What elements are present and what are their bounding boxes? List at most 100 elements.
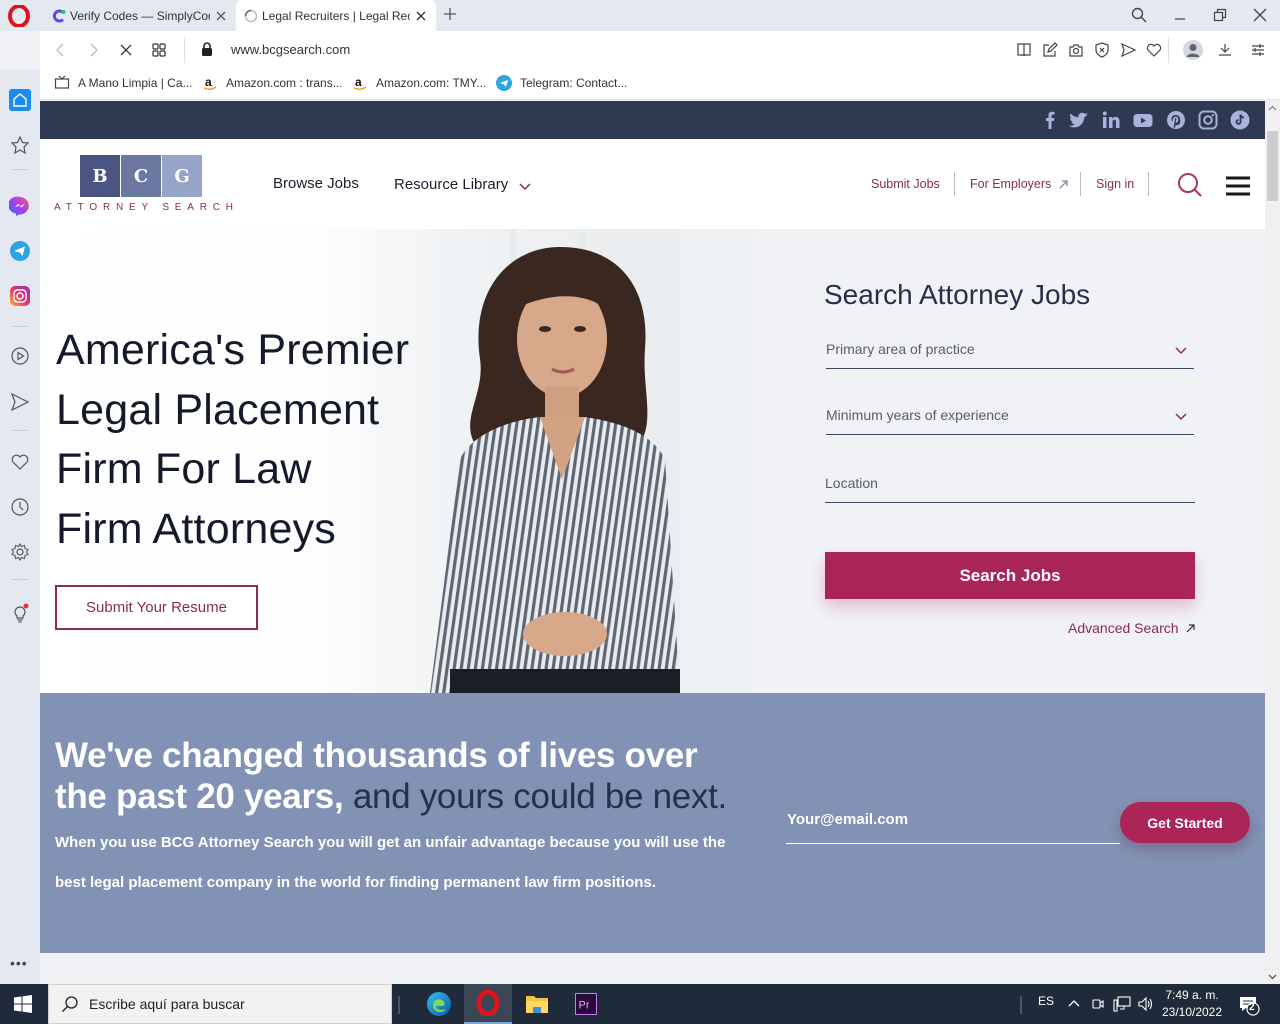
- profile-icon[interactable]: [1183, 40, 1203, 60]
- windows-start-icon[interactable]: [14, 995, 32, 1013]
- divider: [12, 169, 28, 170]
- back-icon[interactable]: [52, 41, 70, 59]
- home-icon[interactable]: [9, 89, 31, 111]
- scroll-down-icon[interactable]: [1268, 972, 1277, 981]
- tab-label: Legal Recruiters | Legal Recruiters: [262, 8, 410, 23]
- nav-resource-library[interactable]: Resource Library: [394, 175, 532, 193]
- bcg-logo[interactable]: B C G ATTORNEY SEARCH: [54, 155, 233, 215]
- search-icon[interactable]: [1176, 171, 1204, 199]
- chevron-down-icon: [1175, 413, 1187, 421]
- close-window-icon[interactable]: [1251, 6, 1269, 24]
- new-tab-icon[interactable]: [442, 6, 458, 22]
- tiktok-icon[interactable]: [1230, 110, 1250, 130]
- meet-now-icon[interactable]: [1090, 996, 1106, 1012]
- adblock-icon[interactable]: [1093, 41, 1111, 59]
- amazon-icon: a: [353, 75, 367, 91]
- bookmark-a-mano-limpia[interactable]: A Mano Limpia | Ca...: [54, 75, 193, 91]
- restore-icon[interactable]: [1211, 6, 1229, 24]
- system-clock[interactable]: 7:49 a. m. 23/10/2022: [1158, 987, 1226, 1021]
- show-hidden-icons-icon[interactable]: [1067, 997, 1081, 1011]
- network-icon[interactable]: [1113, 996, 1131, 1012]
- bookmark-amazon-tmy[interactable]: a Amazon.com: TMY...: [352, 75, 486, 91]
- twitter-icon[interactable]: [1069, 110, 1089, 130]
- nav-sign-in[interactable]: Sign in: [1096, 177, 1134, 191]
- history-icon[interactable]: [9, 496, 31, 518]
- scroll-up-icon[interactable]: [1268, 104, 1277, 113]
- tips-icon[interactable]: [9, 602, 31, 624]
- instagram-icon[interactable]: [9, 285, 31, 307]
- chevron-down-icon: [1175, 347, 1187, 355]
- search-jobs-button[interactable]: Search Jobs: [825, 552, 1195, 599]
- nav-label: For Employers: [970, 177, 1052, 191]
- heart-icon[interactable]: [9, 451, 31, 473]
- practice-area-select[interactable]: Primary area of practice: [826, 329, 1194, 369]
- hamburger-menu-icon[interactable]: [1226, 176, 1250, 196]
- youtube-icon[interactable]: [1133, 110, 1153, 130]
- forward-icon[interactable]: [84, 41, 102, 59]
- heart-icon[interactable]: [1145, 41, 1163, 59]
- hero-title-line: Firm Attorneys: [56, 504, 336, 553]
- experience-select[interactable]: Minimum years of experience: [826, 395, 1194, 435]
- tabs-grid-icon[interactable]: [150, 41, 168, 59]
- reader-icon[interactable]: [1015, 41, 1033, 59]
- download-icon[interactable]: [1216, 41, 1234, 59]
- advanced-search-link[interactable]: Advanced Search: [1068, 620, 1196, 636]
- location-input[interactable]: Location: [825, 463, 1195, 503]
- telegram-icon[interactable]: [9, 240, 31, 262]
- stop-loading-icon[interactable]: [117, 41, 135, 59]
- hero-title: America's Premier Legal Placement Firm F…: [56, 321, 409, 559]
- tab-legal-recruiters[interactable]: Legal Recruiters | Legal Recruiters: [236, 0, 436, 31]
- bookmark-label: Amazon.com: TMY...: [376, 76, 487, 90]
- logo-letter: G: [162, 155, 202, 197]
- email-input[interactable]: Your@email.com: [786, 801, 1120, 844]
- nav-for-employers[interactable]: For Employers: [970, 177, 1069, 191]
- social-strip: [40, 101, 1265, 139]
- page-scrollbar[interactable]: [1265, 101, 1280, 984]
- svg-text:a: a: [355, 75, 362, 89]
- taskbar-file-explorer[interactable]: [513, 984, 561, 1024]
- hero-title-line: Firm For Law: [56, 445, 312, 493]
- volume-icon[interactable]: [1137, 996, 1155, 1012]
- bookmark-telegram[interactable]: Telegram: Contact...: [496, 75, 627, 91]
- snapshot-icon[interactable]: [1067, 41, 1085, 59]
- pinterest-icon[interactable]: [1166, 110, 1186, 130]
- submit-resume-button[interactable]: Submit Your Resume: [55, 585, 258, 630]
- linkedin-icon[interactable]: [1101, 110, 1121, 130]
- scroll-thumb[interactable]: [1267, 131, 1278, 201]
- taskbar-premiere[interactable]: Pr: [562, 984, 610, 1024]
- minimize-icon[interactable]: [1171, 6, 1189, 24]
- taskbar-search[interactable]: Escribe aquí para buscar: [48, 984, 392, 1024]
- player-icon[interactable]: [9, 345, 31, 367]
- amazon-icon: a: [203, 75, 217, 91]
- search-tabs-icon[interactable]: [1130, 6, 1148, 24]
- premiere-icon: Pr: [575, 993, 597, 1015]
- send-icon[interactable]: [1119, 41, 1137, 59]
- flow-icon[interactable]: [9, 391, 31, 413]
- easy-setup-icon[interactable]: [1249, 41, 1267, 59]
- tab-verify-codes[interactable]: Verify Codes — SimplyCodes: [44, 0, 236, 31]
- taskbar-opera[interactable]: [464, 984, 512, 1024]
- taskbar-edge[interactable]: [415, 984, 463, 1024]
- hero-section: America's Premier Legal Placement Firm F…: [40, 229, 1265, 693]
- close-tab-icon[interactable]: [414, 9, 428, 23]
- get-started-button[interactable]: Get Started: [1120, 802, 1250, 843]
- nav-submit-jobs[interactable]: Submit Jobs: [871, 177, 940, 191]
- bookmark-amazon-trans[interactable]: a Amazon.com : trans...: [202, 75, 343, 91]
- star-icon[interactable]: [9, 134, 31, 156]
- url-field[interactable]: www.bcgsearch.com: [231, 42, 350, 57]
- more-icon[interactable]: •••: [10, 955, 28, 971]
- instagram-icon[interactable]: [1198, 110, 1218, 130]
- close-tab-icon[interactable]: [214, 9, 228, 23]
- facebook-icon[interactable]: [1040, 110, 1060, 130]
- link-label: Advanced Search: [1068, 620, 1179, 636]
- messenger-icon[interactable]: [9, 195, 31, 217]
- settings-icon[interactable]: [9, 541, 31, 563]
- nav-browse-jobs[interactable]: Browse Jobs: [273, 175, 359, 192]
- address-bar: www.bcgsearch.com: [40, 31, 1280, 69]
- opera-logo-icon[interactable]: [8, 5, 30, 27]
- opera-icon: [476, 990, 500, 1016]
- external-arrow-icon: [1186, 623, 1195, 632]
- lock-icon[interactable]: [200, 41, 214, 57]
- language-indicator[interactable]: ES: [1038, 994, 1054, 1008]
- edit-icon[interactable]: [1041, 41, 1059, 59]
